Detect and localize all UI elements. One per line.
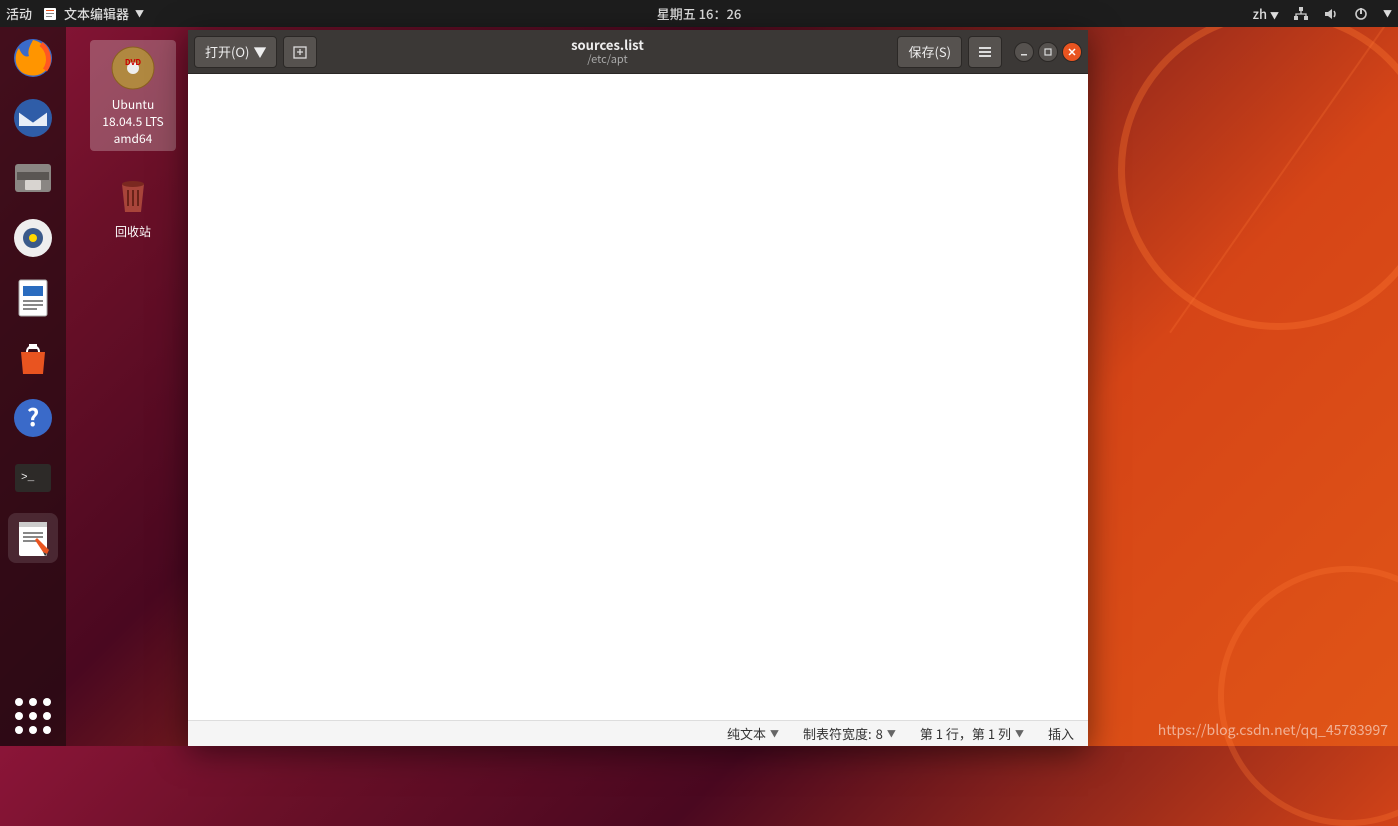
cursor-position[interactable]: 第 1 行，第 1 列 ▼ bbox=[920, 724, 1024, 743]
window-title: sources.list /etc/apt bbox=[323, 37, 891, 66]
dock-app-software[interactable] bbox=[8, 333, 58, 383]
show-applications-button[interactable] bbox=[15, 698, 51, 734]
power-icon[interactable] bbox=[1353, 6, 1369, 22]
chevron-down-icon: ▼ bbox=[135, 7, 144, 20]
desktop-icon-label: 回收站 bbox=[90, 223, 176, 240]
new-tab-button[interactable] bbox=[283, 36, 317, 68]
wallpaper-decoration-2 bbox=[1218, 566, 1398, 826]
activities-button[interactable]: 活动 bbox=[6, 4, 32, 23]
chevron-down-icon: ▼ bbox=[1383, 7, 1392, 20]
svg-text:DVD: DVD bbox=[125, 57, 142, 68]
launcher-dock: ? >_ bbox=[0, 27, 66, 746]
app-menu[interactable]: 文本编辑器 ▼ bbox=[42, 4, 144, 23]
open-button[interactable]: 打开(O) ▼ bbox=[194, 36, 277, 68]
maximize-button[interactable] bbox=[1038, 42, 1058, 62]
window-controls bbox=[1014, 42, 1082, 62]
network-icon[interactable] bbox=[1293, 6, 1309, 22]
minimize-button[interactable] bbox=[1014, 42, 1034, 62]
trash-icon bbox=[109, 171, 157, 219]
svg-text:>_: >_ bbox=[21, 472, 35, 484]
gedit-menu-icon bbox=[42, 6, 58, 22]
svg-text:?: ? bbox=[27, 398, 39, 433]
dock-app-rhythmbox[interactable] bbox=[8, 213, 58, 263]
dock-app-files[interactable] bbox=[8, 153, 58, 203]
chevron-down-icon: ▼ bbox=[887, 727, 896, 740]
input-language[interactable]: zh ▼ bbox=[1253, 4, 1279, 23]
app-menu-label: 文本编辑器 bbox=[64, 4, 129, 23]
hamburger-menu-button[interactable] bbox=[968, 36, 1002, 68]
desktop-icon-label: Ubuntu 18.04.5 LTS amd64 bbox=[92, 96, 174, 147]
clock[interactable]: 星期五 16：26 bbox=[657, 4, 742, 23]
desktop-icon-trash[interactable]: 回收站 bbox=[90, 171, 176, 240]
wallpaper-decoration bbox=[1118, 10, 1398, 330]
text-area[interactable] bbox=[188, 74, 1088, 720]
desktop-icons: DVD Ubuntu 18.04.5 LTS amd64 回收站 bbox=[90, 40, 176, 240]
status-bar: 纯文本 ▼ 制表符宽度: 8 ▼ 第 1 行，第 1 列 ▼ 插入 bbox=[188, 720, 1088, 746]
top-bar: 活动 文本编辑器 ▼ 星期五 16：26 zh ▼ ▼ bbox=[0, 0, 1398, 27]
desktop-icon-dvd[interactable]: DVD Ubuntu 18.04.5 LTS amd64 bbox=[90, 40, 176, 151]
save-button[interactable]: 保存(S) bbox=[897, 36, 962, 68]
dock-app-help[interactable]: ? bbox=[8, 393, 58, 443]
dock-app-gedit[interactable] bbox=[8, 513, 58, 563]
insert-mode[interactable]: 插入 bbox=[1048, 724, 1074, 743]
gedit-window: 打开(O) ▼ sources.list /etc/apt 保存(S) bbox=[188, 30, 1088, 746]
chevron-down-icon: ▼ bbox=[253, 42, 266, 61]
dock-app-firefox[interactable] bbox=[8, 33, 58, 83]
chevron-down-icon: ▼ bbox=[1270, 9, 1279, 22]
dock-app-writer[interactable] bbox=[8, 273, 58, 323]
syntax-selector[interactable]: 纯文本 ▼ bbox=[727, 724, 779, 743]
gedit-headerbar: 打开(O) ▼ sources.list /etc/apt 保存(S) bbox=[188, 30, 1088, 74]
dock-app-thunderbird[interactable] bbox=[8, 93, 58, 143]
tabwidth-selector[interactable]: 制表符宽度: 8 ▼ bbox=[803, 724, 896, 743]
dvd-icon: DVD bbox=[109, 44, 157, 92]
watermark: https://blog.csdn.net/qq_45783997 bbox=[1158, 720, 1388, 740]
chevron-down-icon: ▼ bbox=[1015, 727, 1024, 740]
chevron-down-icon: ▼ bbox=[770, 727, 779, 740]
close-button[interactable] bbox=[1062, 42, 1082, 62]
filepath: /etc/apt bbox=[323, 53, 891, 66]
dock-app-terminal[interactable]: >_ bbox=[8, 453, 58, 503]
volume-icon[interactable] bbox=[1323, 6, 1339, 22]
